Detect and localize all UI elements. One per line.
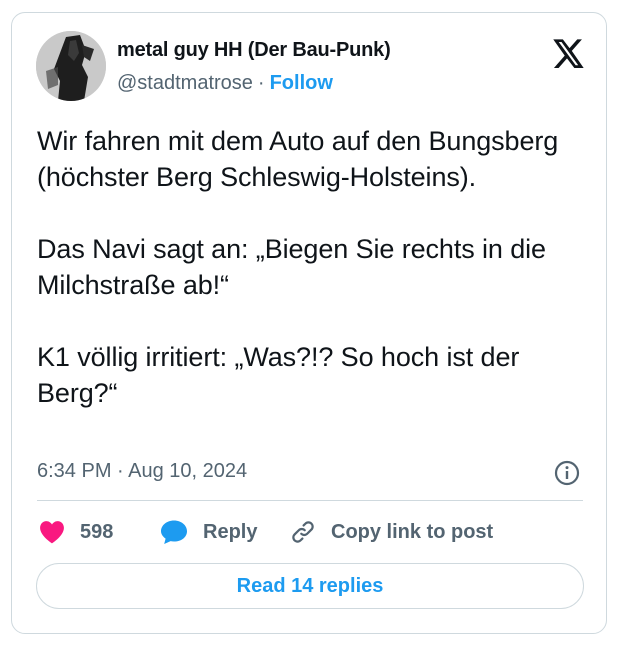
avatar[interactable] [36, 31, 106, 101]
like-count: 598 [80, 520, 114, 543]
author-handle[interactable]: @stadtmatrose [117, 72, 253, 94]
tweet-timestamp[interactable]: 6:34 PM · Aug 10, 2024 [37, 460, 247, 483]
speech-bubble-icon [160, 519, 188, 545]
follow-button[interactable]: Follow [270, 72, 333, 94]
x-logo-icon[interactable] [553, 39, 585, 69]
copy-link-button[interactable]: Copy link to post [289, 515, 493, 549]
link-icon [289, 518, 317, 546]
read-replies-button[interactable]: Read 14 replies [36, 563, 584, 609]
avatar-image [36, 31, 106, 101]
separator-dot: · [257, 72, 265, 94]
reply-label: Reply [203, 520, 258, 543]
tweet-text: Wir fahren mit dem Auto auf den Bungsber… [37, 126, 559, 408]
author-handle-row: @stadtmatrose · Follow [117, 72, 333, 95]
tweet-card: metal guy HH (Der Bau-Punk) @stadtmatros… [11, 12, 607, 634]
copy-link-label: Copy link to post [331, 520, 494, 543]
divider [37, 500, 583, 501]
heart-icon [39, 520, 65, 544]
reply-button[interactable]: Reply [160, 515, 257, 549]
info-icon[interactable] [554, 460, 580, 486]
read-replies-label: Read 14 replies [236, 574, 384, 597]
author-display-name[interactable]: metal guy HH (Der Bau-Punk) [117, 39, 391, 62]
like-button[interactable]: 598 [39, 515, 113, 549]
